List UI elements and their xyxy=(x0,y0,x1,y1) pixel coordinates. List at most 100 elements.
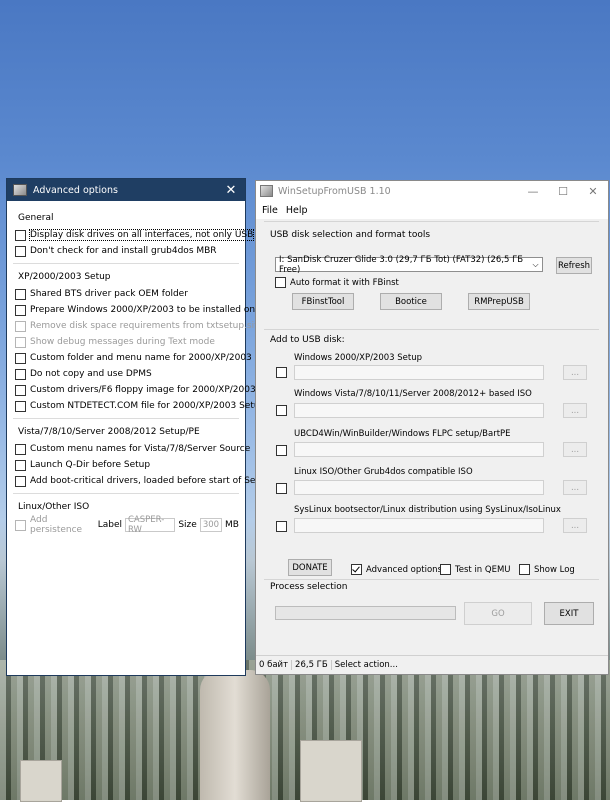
source-checkbox[interactable] xyxy=(276,483,287,494)
checkbox[interactable] xyxy=(15,400,26,412)
status-free-space: 26,5 ГБ xyxy=(292,660,332,670)
progress-bar xyxy=(275,606,456,620)
advanced-options-window: Advanced options ✕ General Display disk … xyxy=(6,178,285,676)
checkbox[interactable] xyxy=(519,564,530,575)
option-display-all-drives[interactable]: Display disk drives on all interfaces, n… xyxy=(15,227,255,243)
browse-button[interactable]: ... xyxy=(563,365,587,380)
checkbox[interactable] xyxy=(15,384,26,396)
advanced-options-toggle[interactable]: Advanced options xyxy=(351,564,442,575)
size-caption: Size xyxy=(178,520,197,530)
option-label: Launch Q-Dir before Setup xyxy=(30,460,151,470)
label-input: CASPER-RW xyxy=(124,515,176,535)
auto-format-label: Auto format it with FBinst xyxy=(290,277,399,288)
group-linux-iso: Linux/Other ISO Add persistence Label CA… xyxy=(13,493,239,535)
option-custom-ntdetect[interactable]: Custom NTDETECT.COM file for 2000/XP/200… xyxy=(15,398,265,414)
source-label: Windows Vista/7/8/10/11/Server 2008/2012… xyxy=(294,389,532,399)
group-title: XP/2000/2003 Setup xyxy=(18,272,111,282)
donate-button[interactable]: DONATE xyxy=(288,559,332,576)
option-label: Shared BTS driver pack OEM folder xyxy=(30,289,188,299)
option-label: Custom menu names for Vista/7/8/Server S… xyxy=(30,444,251,454)
go-button[interactable]: GO xyxy=(464,602,532,625)
bootice-button[interactable]: Bootice xyxy=(380,293,442,310)
label-caption: Label xyxy=(97,520,122,530)
close-icon[interactable]: ✕ xyxy=(578,185,608,198)
usb-drive-select[interactable]: I: SanDisk Cruzer Glide 3.0 (29,7 ГБ Tot… xyxy=(275,254,543,275)
source-checkbox[interactable] xyxy=(276,445,287,456)
source-label: SysLinux bootsector/Linux distribution u… xyxy=(294,505,561,515)
size-input: 300 xyxy=(199,518,223,532)
browse-button[interactable]: ... xyxy=(563,518,587,533)
status-message: Select action... xyxy=(334,660,398,670)
source-path-field[interactable] xyxy=(294,480,544,495)
checkbox[interactable] xyxy=(15,475,26,487)
option-label: Prepare Windows 2000/XP/2003 to be insta… xyxy=(30,305,277,315)
checkbox[interactable] xyxy=(440,564,451,575)
option-custom-menu-names[interactable]: Custom menu names for Vista/7/8/Server S… xyxy=(15,441,250,457)
source-checkbox[interactable] xyxy=(276,405,287,416)
option-label: Remove disk space requirements from txts… xyxy=(30,321,258,331)
show-log-label: Show Log xyxy=(534,564,575,575)
option-launch-qdir[interactable]: Launch Q-Dir before Setup xyxy=(15,457,239,473)
app-icon xyxy=(260,185,273,197)
section-title: USB disk selection and format tools xyxy=(270,230,431,240)
test-in-qemu-label: Test in QEMU xyxy=(455,564,511,575)
browse-button[interactable]: ... xyxy=(563,480,587,495)
option-custom-f6-drivers[interactable]: Custom drivers/F6 floppy image for 2000/… xyxy=(15,382,285,398)
option-custom-folder-name[interactable]: Custom folder and menu name for 2000/XP/… xyxy=(15,350,281,366)
source-label: UBCD4Win/WinBuilder/Windows FLPC setup/B… xyxy=(294,429,511,439)
minimize-icon[interactable]: — xyxy=(518,185,548,198)
size-unit: MB xyxy=(225,520,239,530)
section-title: Add to USB disk: xyxy=(270,335,345,345)
option-no-dpms[interactable]: Do not copy and use DPMS xyxy=(15,366,239,382)
statue-photo xyxy=(200,670,270,800)
option-bts-driver-pack[interactable]: Shared BTS driver pack OEM folder xyxy=(15,286,239,302)
source-checkbox[interactable] xyxy=(276,367,287,378)
building xyxy=(300,740,362,802)
source-path-field[interactable] xyxy=(294,442,544,457)
test-in-qemu-toggle[interactable]: Test in QEMU xyxy=(440,564,511,575)
option-label: Add boot-critical drivers, loaded before… xyxy=(30,476,271,486)
auto-format-option[interactable]: Auto format it with FBinst xyxy=(275,277,399,288)
fbinsttool-button[interactable]: FBinstTool xyxy=(292,293,354,310)
browse-button[interactable]: ... xyxy=(563,442,587,457)
option-label: Custom drivers/F6 floppy image for 2000/… xyxy=(30,385,285,395)
advanced-options-titlebar: Advanced options ✕ xyxy=(7,179,245,201)
menu-help[interactable]: Help xyxy=(282,205,312,216)
building xyxy=(20,760,62,802)
checkbox[interactable] xyxy=(15,245,26,257)
exit-button[interactable]: EXIT xyxy=(544,602,594,625)
option-prepare-xp-usb[interactable]: Prepare Windows 2000/XP/2003 to be insta… xyxy=(15,302,276,318)
refresh-button[interactable]: Refresh xyxy=(556,257,592,274)
group-title: Vista/7/8/10/Server 2008/2012 Setup/PE xyxy=(18,427,200,437)
checkbox[interactable] xyxy=(15,368,26,380)
checkbox[interactable] xyxy=(15,288,26,300)
source-path-field[interactable] xyxy=(294,403,544,418)
browse-button[interactable]: ... xyxy=(563,403,587,418)
checkbox[interactable] xyxy=(275,277,286,288)
rmprepusb-button[interactable]: RMPrepUSB xyxy=(468,293,530,310)
checkbox[interactable] xyxy=(15,304,26,316)
source-label: Linux ISO/Other Grub4dos compatible ISO xyxy=(294,467,473,477)
checkbox[interactable] xyxy=(15,352,26,364)
option-no-grub4dos-mbr[interactable]: Don't check for and install grub4dos MBR xyxy=(15,243,239,259)
persistence-label: Add persistence xyxy=(30,515,83,535)
source-checkbox[interactable] xyxy=(276,521,287,532)
chevron-down-icon: ⌵ xyxy=(532,259,539,269)
checkbox[interactable] xyxy=(15,443,26,455)
source-path-field[interactable] xyxy=(294,518,544,533)
show-log-toggle[interactable]: Show Log xyxy=(519,564,575,575)
source-path-field[interactable] xyxy=(294,365,544,380)
section-title: Process selection xyxy=(270,582,348,592)
option-boot-critical-drivers[interactable]: Add boot-critical drivers, loaded before… xyxy=(15,473,270,489)
menu-file[interactable]: File xyxy=(258,205,282,216)
close-icon[interactable]: ✕ xyxy=(223,183,239,198)
checkbox[interactable] xyxy=(351,564,362,575)
maximize-icon[interactable]: ☐ xyxy=(548,185,578,198)
checkbox[interactable] xyxy=(15,229,26,241)
checkbox[interactable] xyxy=(15,459,26,471)
group-title: Linux/Other ISO xyxy=(18,502,90,512)
checkbox xyxy=(15,320,26,332)
selected-drive: I: SanDisk Cruzer Glide 3.0 (29,7 ГБ Tot… xyxy=(279,254,524,275)
menu-bar: File Help xyxy=(256,201,608,219)
option-label: Do not copy and use DPMS xyxy=(30,369,152,379)
